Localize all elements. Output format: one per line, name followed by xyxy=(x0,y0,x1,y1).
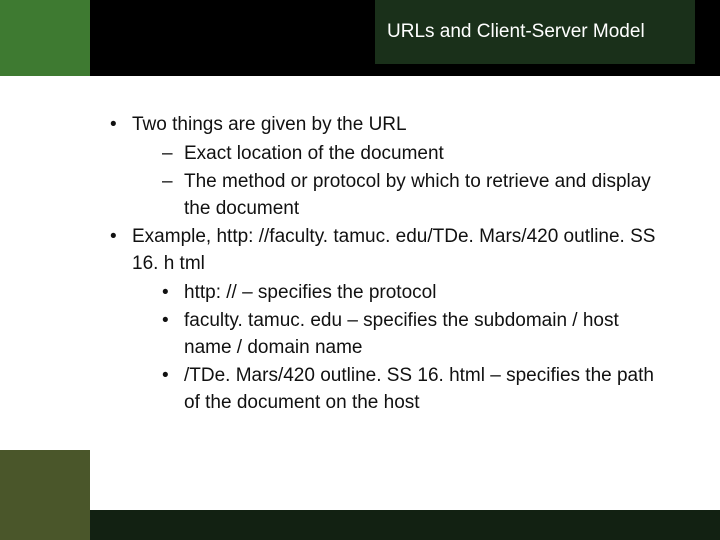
bullet-text: Two things are given by the URL xyxy=(132,114,407,135)
footer-strip-dark xyxy=(90,510,720,540)
title-box: URLs and Client-Server Model xyxy=(375,0,695,64)
bullet-text: /TDe. Mars/420 outline. SS 16. html – sp… xyxy=(184,365,654,413)
bullet-text: The method or protocol by which to retri… xyxy=(184,171,651,219)
bullet-level3: /TDe. Mars/420 outline. SS 16. html – sp… xyxy=(162,363,670,416)
bullet-level3: http: // – specifies the protocol xyxy=(162,280,670,307)
slide-content: Two things are given by the URL Exact lo… xyxy=(110,110,670,419)
bullet-level1: Example, http: //faculty. tamuc. edu/TDe… xyxy=(110,224,670,416)
bullet-text: Example, http: //faculty. tamuc. edu/TDe… xyxy=(132,226,655,274)
bullet-text: faculty. tamuc. edu – specifies the subd… xyxy=(184,310,619,358)
header-band-green xyxy=(0,0,90,76)
slide-title: URLs and Client-Server Model xyxy=(387,20,683,44)
bullet-text: http: // – specifies the protocol xyxy=(184,282,436,303)
bullet-level3: faculty. tamuc. edu – specifies the subd… xyxy=(162,308,670,361)
bullet-level1: Two things are given by the URL Exact lo… xyxy=(110,112,670,222)
bullet-text: Exact location of the document xyxy=(184,143,444,164)
bullet-level2: Exact location of the document xyxy=(162,141,670,168)
bullet-level2: The method or protocol by which to retri… xyxy=(162,169,670,222)
